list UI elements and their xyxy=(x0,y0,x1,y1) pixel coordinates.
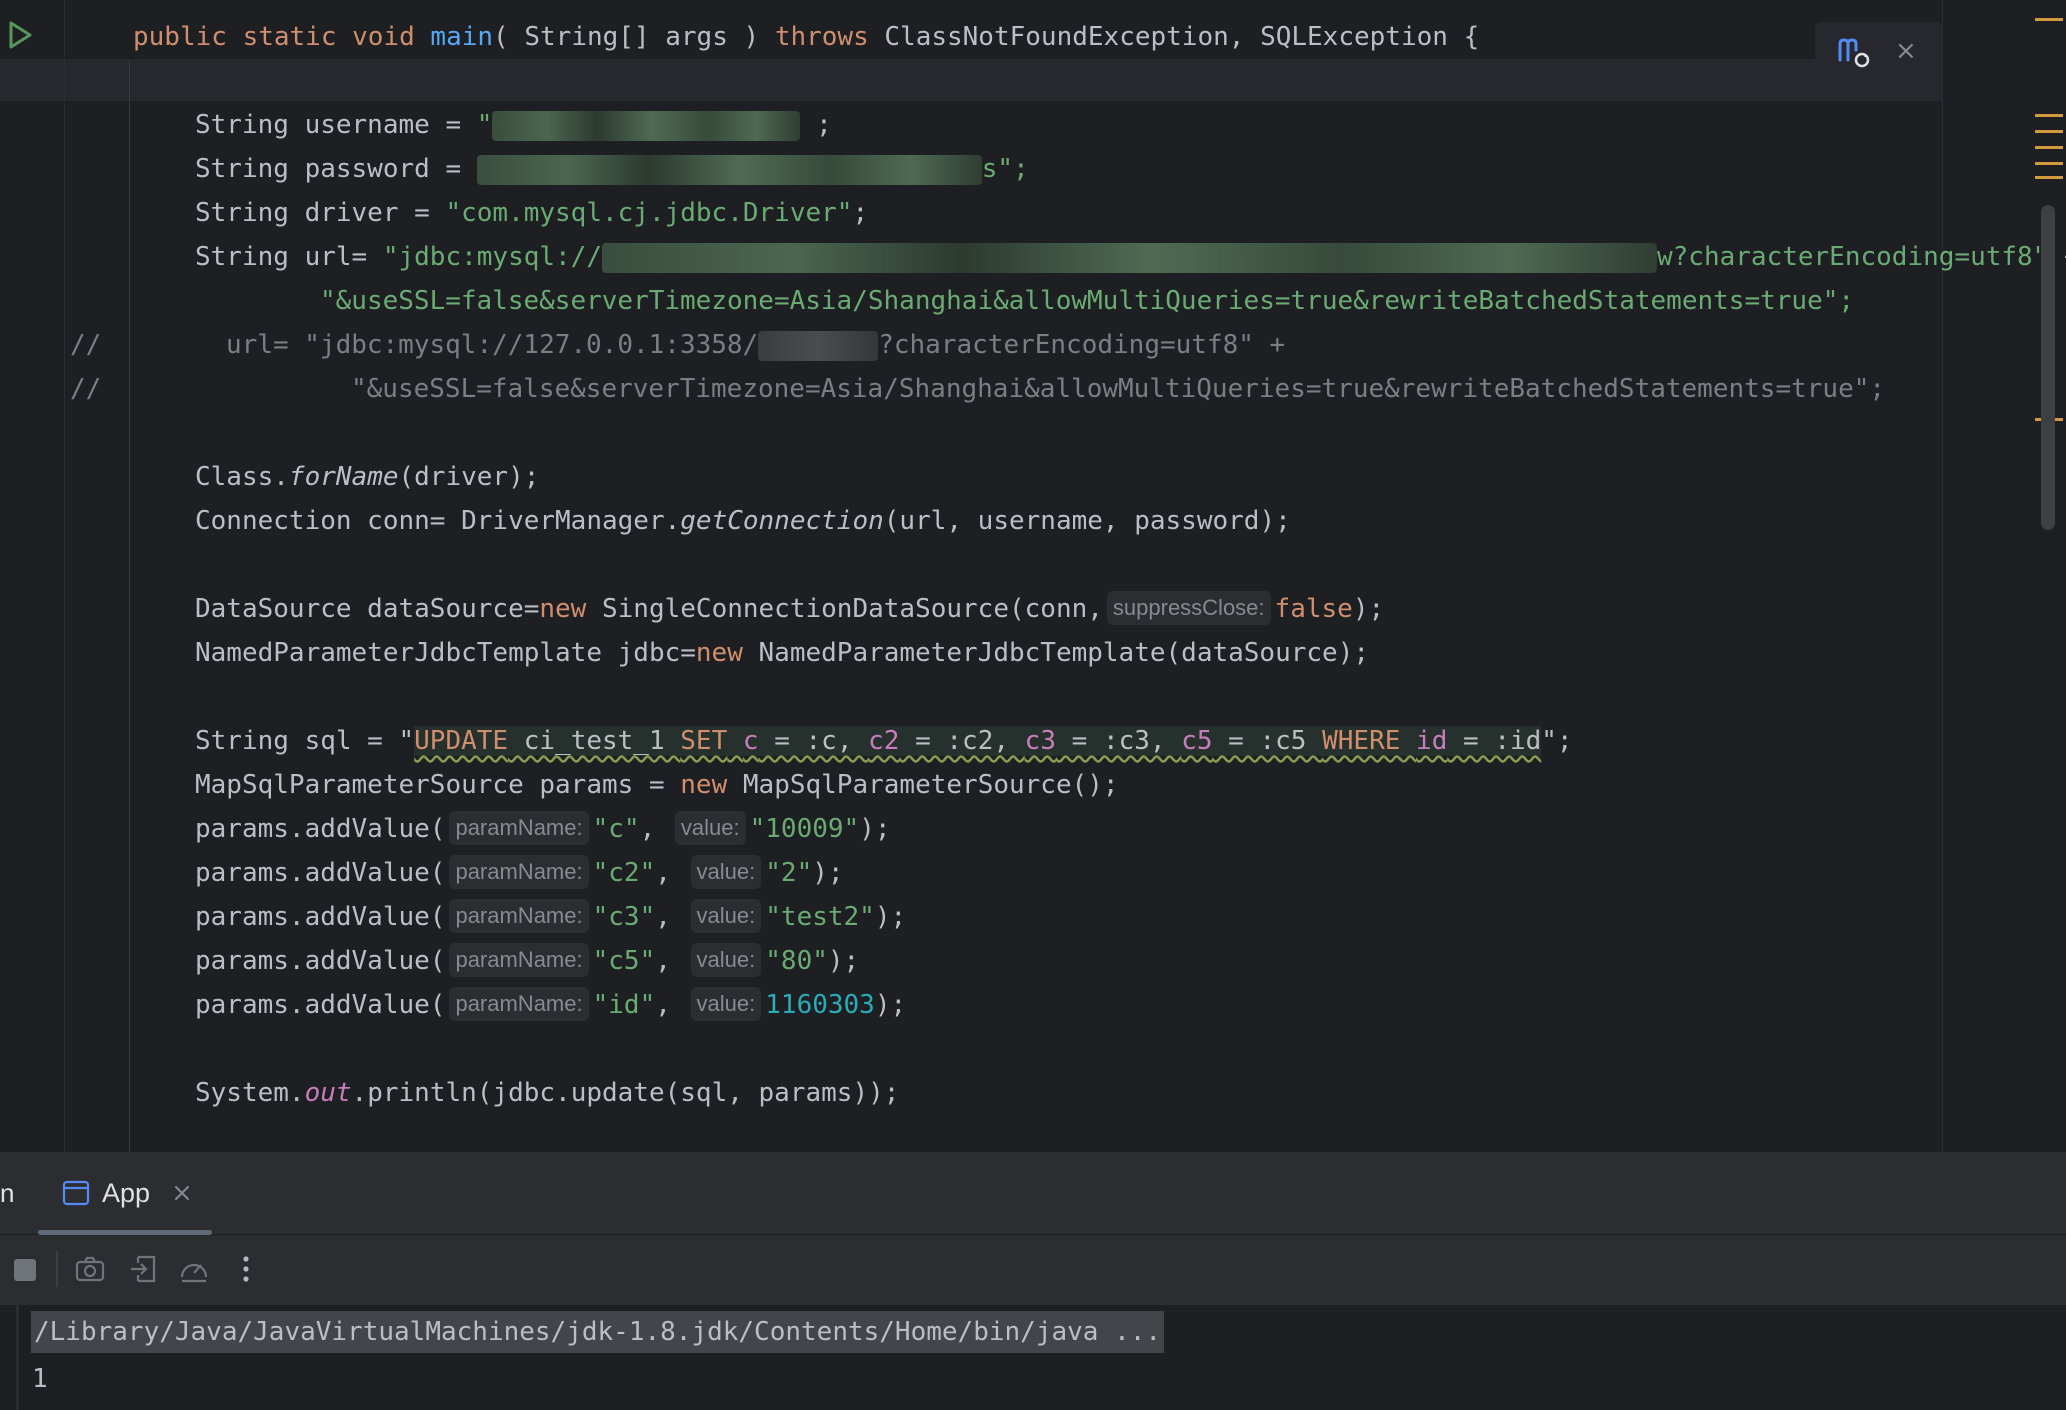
code-editor[interactable]: public static void main( String[] args )… xyxy=(0,0,2066,1152)
console-result: 1 xyxy=(32,1364,48,1394)
code-line-sql: String sql = "UPDATE ci_test_1 SET c = :… xyxy=(195,726,1573,756)
run-gutter-icon[interactable] xyxy=(6,20,34,50)
run-tab-bar: n App xyxy=(0,1152,2066,1235)
scroll-marker[interactable] xyxy=(2035,18,2063,21)
stop-icon[interactable] xyxy=(10,1253,42,1285)
code-line-url: String url= "jdbc:mysql://w?characterEnc… xyxy=(195,242,2066,273)
code-line-forname: Class.forName(driver); xyxy=(195,462,540,492)
sql-injected-fragment: UPDATE ci_test_1 SET c = :c, c2 = :c2, c… xyxy=(414,726,1542,756)
run-toolbar xyxy=(0,1235,2066,1305)
redacted-value xyxy=(758,330,879,361)
console-output[interactable]: /Library/Java/JavaVirtualMachines/jdk-1.… xyxy=(0,1305,2066,1410)
scroll-marker[interactable] xyxy=(2035,130,2063,133)
inlay-hint: paramName: xyxy=(449,855,589,889)
close-icon[interactable]: × xyxy=(1895,34,1917,68)
comment-marker: // xyxy=(70,374,102,404)
inlay-hint: paramName: xyxy=(449,899,589,933)
camera-icon[interactable] xyxy=(74,1253,106,1285)
more-vertical-icon[interactable] xyxy=(230,1253,262,1285)
scroll-marker[interactable] xyxy=(2035,114,2063,117)
code-line-println: System.out.println(jdbc.update(sql, para… xyxy=(195,1078,900,1108)
gutter-divider xyxy=(64,0,65,1152)
indent-guide xyxy=(129,60,130,1152)
code-line-addvalue: params.addValue(paramName: "c", value: "10… xyxy=(195,807,891,851)
scrollbar-thumb[interactable] xyxy=(2041,205,2055,530)
method-signature: public static void main( String[] args )… xyxy=(133,22,1480,52)
code-line-jdbc: NamedParameterJdbcTemplate jdbc=new Name… xyxy=(195,638,1370,668)
code-line-password: String password = s"; xyxy=(195,154,1029,185)
maven-reload-popup: × xyxy=(1815,22,1942,82)
tab-app-label: App xyxy=(102,1177,151,1208)
toolbar-separator xyxy=(56,1251,58,1287)
inlay-hint: value: xyxy=(690,987,762,1021)
close-icon[interactable] xyxy=(170,1181,194,1205)
app-run-config-icon xyxy=(62,1180,90,1206)
code-line-driver: String driver = "com.mysql.cj.jdbc.Drive… xyxy=(195,198,869,228)
console-command-line[interactable]: /Library/Java/JavaVirtualMachines/jdk-1.… xyxy=(31,1311,1165,1353)
code-line-addvalue: params.addValue(paramName: "c5", value: "8… xyxy=(195,939,859,983)
code-line-addvalue: params.addValue(paramName: "c3", value: "t… xyxy=(195,895,906,939)
scroll-marker[interactable] xyxy=(2035,176,2063,179)
inlay-hint: paramName: xyxy=(449,811,589,845)
maven-reload-icon[interactable] xyxy=(1837,36,1871,70)
redacted-value xyxy=(492,110,801,141)
console-gutter xyxy=(16,1305,19,1410)
code-line-datasource: DataSource dataSource=new SingleConnecti… xyxy=(195,587,1384,631)
code-line-paramsource: MapSqlParameterSource params = new MapSq… xyxy=(195,770,1119,800)
commented-url-line: url= "jdbc:mysql://127.0.0.1:3358/?chara… xyxy=(226,330,1286,361)
code-line-addvalue: params.addValue(paramName: "id", value: 11… xyxy=(195,983,906,1027)
code-line-url-cont: "&useSSL=false&serverTimezone=Asia/Shang… xyxy=(320,286,1855,316)
profiler-icon[interactable] xyxy=(178,1253,210,1285)
inlay-hint: paramName: xyxy=(449,987,589,1021)
exit-icon[interactable] xyxy=(128,1253,160,1285)
inlay-hint: value: xyxy=(674,811,746,845)
inlay-hint: value: xyxy=(690,855,762,889)
redacted-value xyxy=(476,154,982,185)
scroll-marker[interactable] xyxy=(2035,146,2063,149)
run-tool-window: n App /Library/Java/JavaVirtualMachines/… xyxy=(0,1152,2066,1410)
commented-url-cont: "&useSSL=false&serverTimezone=Asia/Shang… xyxy=(351,374,1886,404)
current-line-highlight xyxy=(0,59,1942,101)
code-line-username: String username = " ; xyxy=(195,110,832,141)
inlay-hint: value: xyxy=(690,943,762,977)
comment-marker: // xyxy=(70,330,102,360)
right-margin xyxy=(1942,0,1943,1152)
inlay-hint: paramName: xyxy=(449,943,589,977)
code-line-connection: Connection conn= DriverManager.getConnec… xyxy=(195,506,1291,536)
code-line-addvalue: params.addValue(paramName: "c2", value: "2… xyxy=(195,851,844,895)
inlay-hint: value: xyxy=(690,899,762,933)
tab-app[interactable]: App xyxy=(62,1170,194,1216)
inlay-hint: suppressClose: xyxy=(1106,591,1271,625)
redacted-value xyxy=(602,242,1657,273)
tab-label-clipped[interactable]: n xyxy=(0,1178,14,1209)
scroll-marker[interactable] xyxy=(2035,162,2063,165)
